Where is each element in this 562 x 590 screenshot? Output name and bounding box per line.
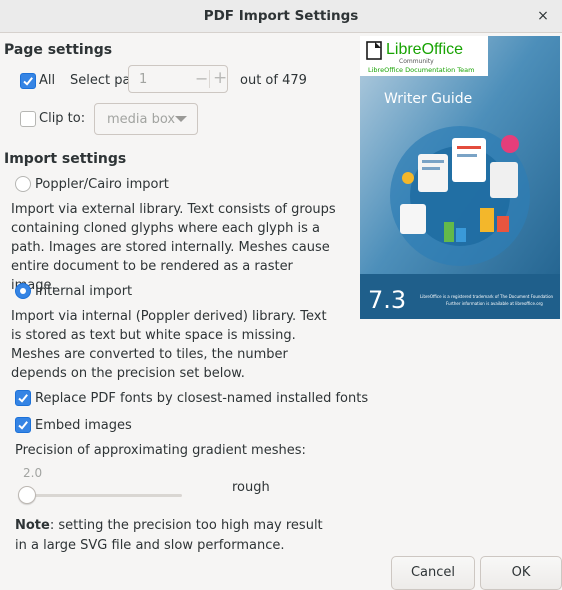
spin-plus-icon[interactable]: +	[213, 68, 227, 88]
spin-minus-icon[interactable]: −	[195, 69, 208, 88]
dropdown-arrow-icon	[175, 116, 187, 122]
import-settings-heading: Import settings	[4, 151, 127, 167]
page-settings-heading: Page settings	[4, 42, 113, 58]
internal-import-label: Internal import	[35, 284, 133, 299]
note-text: : setting the precision too high may res…	[15, 518, 323, 553]
precision-slider-handle[interactable]	[18, 486, 36, 504]
cover-footer-line1: LibreOffice is a registered trademark of…	[420, 294, 554, 299]
close-icon[interactable]: ×	[532, 5, 554, 27]
version-number: 7.3	[368, 286, 407, 314]
clip-to-dropdown[interactable]: media box	[94, 103, 198, 135]
clip-to-value: media box	[107, 112, 176, 127]
poppler-import-radio[interactable]	[15, 176, 31, 192]
clip-to-label: Clip to:	[39, 111, 86, 126]
internal-import-radio[interactable]	[15, 283, 31, 299]
all-pages-checkbox[interactable]	[20, 73, 36, 89]
note-label: Note	[15, 518, 50, 533]
embed-images-checkbox[interactable]	[15, 417, 31, 433]
page-spinbox-value: 1	[139, 72, 148, 87]
spin-divider	[209, 70, 210, 88]
precision-label: Precision of approximating gradient mesh…	[15, 443, 306, 458]
libreoffice-logo-text: LibreOffice	[386, 41, 464, 58]
pdf-preview-image: LibreOffice Community LibreOffice Docume…	[360, 36, 560, 319]
internal-description: Import via internal (Poppler derived) li…	[11, 309, 327, 381]
documentation-team: LibreOffice Documentation Team	[368, 66, 475, 74]
replace-fonts-checkbox[interactable]	[15, 390, 31, 406]
all-pages-label: All	[39, 73, 56, 88]
page-spinbox[interactable]: 1 − +	[128, 65, 228, 93]
libreoffice-community: Community	[399, 58, 434, 65]
poppler-description: Import via external library. Text consis…	[11, 202, 336, 293]
cancel-button[interactable]: Cancel	[391, 556, 475, 590]
precision-slider-track[interactable]	[28, 494, 182, 497]
precision-note: Note: setting the precision too high may…	[15, 516, 335, 556]
poppler-import-label: Poppler/Cairo import	[35, 177, 169, 192]
clip-to-checkbox[interactable]	[20, 111, 36, 127]
cover-footer-line2: Further information is available at libr…	[446, 301, 543, 306]
title-bar: PDF Import Settings ×	[0, 0, 562, 33]
book-title: Writer Guide	[384, 91, 473, 107]
ok-button[interactable]: OK	[480, 556, 562, 590]
embed-images-label: Embed images	[35, 418, 132, 433]
precision-value: 2.0	[23, 466, 43, 480]
replace-fonts-label: Replace PDF fonts by closest-named insta…	[35, 391, 369, 406]
precision-word: rough	[232, 480, 270, 495]
page-count-label: out of 479	[240, 73, 307, 88]
window-title: PDF Import Settings	[203, 8, 359, 24]
